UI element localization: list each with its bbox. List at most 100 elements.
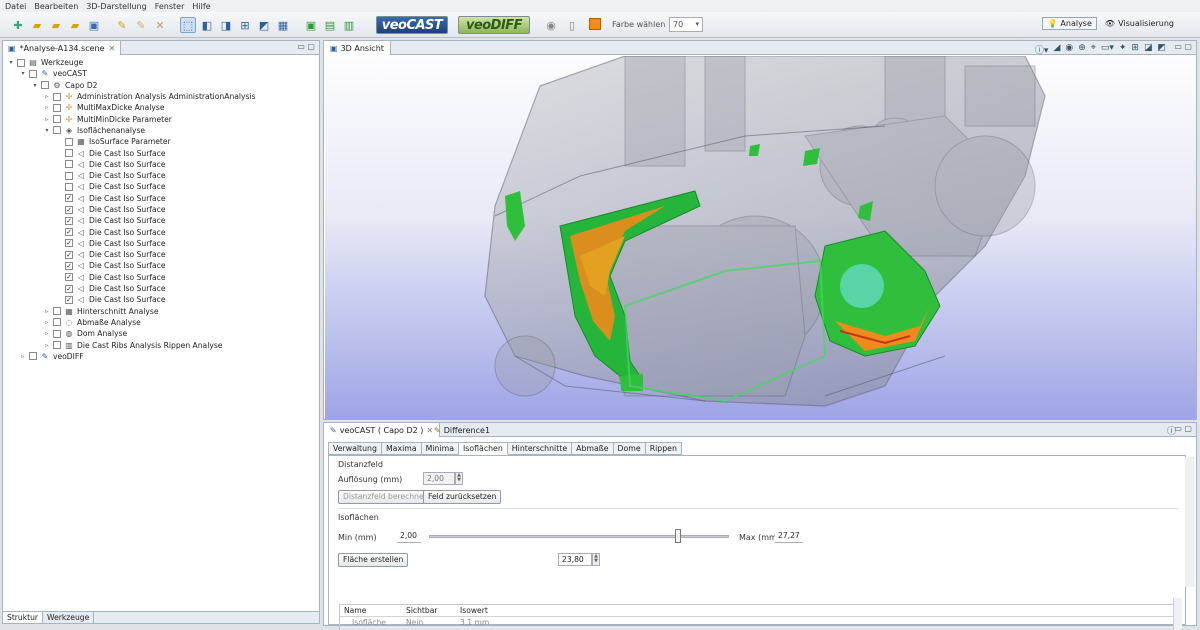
iso-slider-track[interactable] [429, 535, 729, 538]
veodiff-logo-button[interactable]: veoDIFF [458, 16, 530, 34]
open-folder-icon[interactable]: ▰ [29, 17, 45, 33]
tree-checkbox[interactable]: ✓ [65, 284, 73, 293]
tree-item[interactable]: ▹ ✢ MultiMaxDicke Analyse [7, 102, 319, 113]
clip-icon[interactable]: ◪ [1144, 43, 1153, 56]
tree-checkbox[interactable]: ✓ [65, 194, 73, 203]
shading-icon[interactable]: ◉ [543, 17, 559, 33]
tree-checkbox[interactable] [53, 103, 61, 112]
subtab-verwaltung[interactable]: Verwaltung [328, 442, 382, 455]
tree-item[interactable]: ▾ ◈ Isoflächenanalyse [7, 125, 319, 136]
eye-view-icon[interactable]: ◉ [1065, 43, 1073, 56]
iso-slider-thumb[interactable] [675, 529, 681, 543]
collapsed-arrow-icon[interactable]: ▹ [43, 104, 51, 111]
help-circle-icon[interactable]: ⓘ▾ [1035, 43, 1049, 56]
collapsed-arrow-icon[interactable]: ▹ [43, 330, 51, 337]
subtab-minima[interactable]: Minima [421, 442, 459, 455]
section-icon[interactable]: ◩ [1157, 43, 1166, 56]
isowert-input[interactable]: 23,80 [558, 553, 592, 566]
max-input[interactable]: 27,27 [775, 530, 803, 543]
camera-icon[interactable]: ▭▾ [1101, 43, 1114, 56]
tree-item[interactable]: ▹ ✢ MultiMinDicke Parameter [7, 113, 319, 124]
collapsed-arrow-icon[interactable]: ▹ [19, 353, 27, 360]
aufloesung-input[interactable]: 2,00 [423, 472, 455, 485]
view-top-icon[interactable]: ⊞ [237, 17, 253, 33]
subtab-hinterschnitte[interactable]: Hinterschnitte [507, 442, 573, 455]
tree-item[interactable]: ✓ ◁ Die Cast Iso Surface [7, 272, 319, 283]
expanded-arrow-icon[interactable]: ▾ [31, 82, 39, 89]
tree-item[interactable]: ✓ ◁ Die Cast Iso Surface [7, 249, 319, 260]
open-project-icon[interactable]: ▰ [48, 17, 64, 33]
tree-checkbox[interactable] [65, 160, 73, 169]
edit-disabled-icon[interactable]: ✎ [133, 17, 149, 33]
tree-item[interactable]: ✓ ◁ Die Cast Iso Surface [7, 215, 319, 226]
color-swatch[interactable] [589, 18, 601, 30]
distanzfeld-berechnen-button[interactable]: Distanzfeld berechnen [338, 490, 434, 504]
ruler-icon[interactable]: ◢ [1053, 43, 1060, 56]
tree-checkbox[interactable] [53, 341, 61, 350]
grid-icon[interactable]: ⊞ [1131, 43, 1139, 56]
collapsed-arrow-icon[interactable]: ▹ [43, 308, 51, 315]
expanded-arrow-icon[interactable]: ▾ [7, 59, 15, 66]
tree-checkbox[interactable] [65, 171, 73, 180]
aufloesung-spinner[interactable]: ▲ ▼ [455, 472, 463, 485]
tab-werkzeuge[interactable]: Werkzeuge [43, 612, 95, 623]
tree-checkbox[interactable] [53, 307, 61, 316]
tree-checkbox[interactable]: ✓ [65, 239, 73, 248]
view-fit-icon[interactable]: ▦ [275, 17, 291, 33]
opacity-select[interactable]: 70 ▾ [669, 17, 703, 32]
scene-tab[interactable]: ▣ *Analyse-A134.scene ✕ [3, 41, 122, 55]
tree-item[interactable]: ▹ ✢ Administration Analysis Administration… [7, 91, 319, 102]
minimize-maximize-icon[interactable]: ▭ ▢ [297, 42, 315, 51]
tree-item[interactable]: ◁ Die Cast Iso Surface [7, 181, 319, 192]
add-green-icon[interactable]: ▣ [303, 17, 319, 33]
menu-datei[interactable]: Datei [5, 2, 26, 11]
panel-scrollbar[interactable] [1185, 457, 1195, 587]
min-input[interactable]: 2,00 [397, 530, 421, 543]
tree-checkbox[interactable] [65, 182, 73, 191]
table-scrollbar[interactable] [1173, 598, 1182, 630]
col-sichtbar[interactable]: Sichtbar [402, 605, 456, 616]
tree-item[interactable]: ✓ ◁ Die Cast Iso Surface [7, 283, 319, 294]
tree-checkbox[interactable]: ✓ [65, 250, 73, 259]
col-name[interactable]: Name [340, 605, 402, 616]
3d-view-tab[interactable]: ▣ 3D Ansicht [324, 41, 391, 55]
tree-checkbox[interactable] [29, 69, 37, 78]
tree-item[interactable]: ✓ ◁ Die Cast Iso Surface [7, 294, 319, 305]
wireframe-icon[interactable]: ▯ [564, 17, 580, 33]
tree-checkbox[interactable] [65, 149, 73, 158]
tree-item[interactable]: ▦ IsoSurface Parameter [7, 136, 319, 147]
expanded-arrow-icon[interactable]: ▾ [19, 70, 27, 77]
veocast-logo-button[interactable]: veoCAST [376, 16, 448, 34]
tree-checkbox[interactable]: ✓ [65, 205, 73, 214]
panel-minimize-maximize-icon[interactable]: ▭ ▢ [1174, 424, 1192, 433]
col-isowert[interactable]: Isowert [456, 605, 516, 616]
tree-item[interactable]: ✓ ◁ Die Cast Iso Surface [7, 193, 319, 204]
isowert-spinner[interactable]: ▲ ▼ [592, 553, 600, 566]
tree-checkbox[interactable] [65, 137, 73, 146]
expanded-arrow-icon[interactable]: ▾ [43, 127, 51, 134]
select-mode-icon[interactable]: ⬚ [180, 17, 196, 33]
tree-item[interactable]: ▹ ◍ Dom Analyse [7, 328, 319, 339]
tree-checkbox[interactable] [53, 115, 61, 124]
zoom-icon[interactable]: ⊕ [1078, 43, 1086, 56]
new-icon[interactable]: ✚ [10, 17, 26, 33]
view-front-icon[interactable]: ◧ [199, 17, 215, 33]
collapsed-arrow-icon[interactable]: ▹ [43, 342, 51, 349]
tree-item[interactable]: ▹ ▥ Die Cast Ribs Analysis Rippen Analyse [7, 339, 319, 350]
tree-checkbox[interactable]: ✓ [65, 295, 73, 304]
subtab-maxima[interactable]: Maxima [381, 442, 422, 455]
tree-item[interactable]: ▾ ✎ veoCAST [7, 68, 319, 79]
tree-item[interactable]: ◁ Die Cast Iso Surface [7, 159, 319, 170]
tree-checkbox[interactable]: ✓ [65, 273, 73, 282]
menu-bearbeiten[interactable]: Bearbeiten [34, 2, 78, 11]
menu-hilfe[interactable]: Hilfe [192, 2, 210, 11]
tree-checkbox[interactable] [53, 92, 61, 101]
tree-item[interactable]: ▹ ◌ Abmaße Analyse [7, 317, 319, 328]
axis-icon[interactable]: ⌖ [1091, 43, 1096, 56]
collapsed-arrow-icon[interactable]: ▹ [43, 116, 51, 123]
tree-item[interactable]: ◁ Die Cast Iso Surface [7, 170, 319, 181]
feld-zuruecksetzen-button[interactable]: Feld zurücksetzen [423, 490, 502, 504]
tab-veocast-capo[interactable]: ✎ veoCAST ( Capo D2 ) ✕ [324, 423, 441, 437]
tree-item[interactable]: ◁ Die Cast Iso Surface [7, 147, 319, 158]
tree-checkbox[interactable] [41, 81, 49, 90]
